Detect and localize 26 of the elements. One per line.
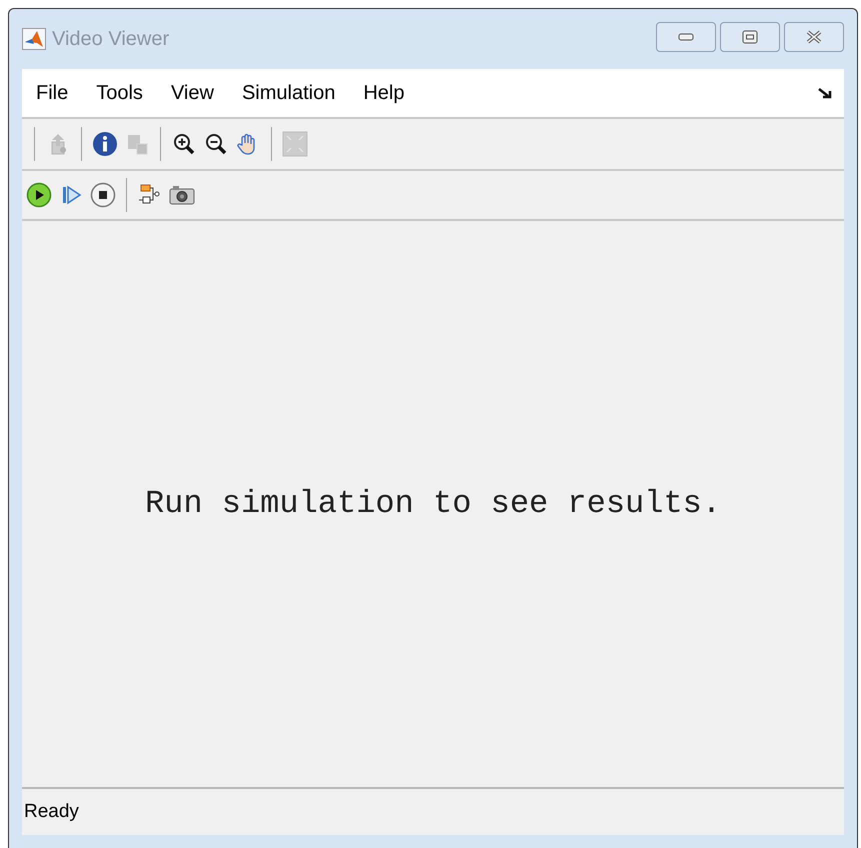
menu-item[interactable]: Simulation	[242, 78, 336, 108]
menu-item[interactable]: View	[170, 78, 214, 108]
maximize-icon	[742, 30, 758, 44]
stop-icon	[90, 182, 116, 208]
menu-item[interactable]: Help	[363, 78, 404, 108]
menu-item[interactable]: File	[36, 78, 68, 108]
fit-icon	[282, 131, 308, 157]
menu-item[interactable]: Tools	[96, 78, 143, 108]
dock-arrow-icon	[818, 87, 832, 99]
zoom-out-icon	[204, 132, 228, 156]
run-button[interactable]	[24, 180, 54, 210]
play-icon	[26, 182, 52, 208]
app-logo-icon	[22, 28, 46, 50]
close-button[interactable]	[784, 22, 844, 52]
status-text: Ready	[24, 800, 79, 824]
info-icon	[92, 131, 118, 157]
close-icon	[805, 30, 823, 44]
copy-icon	[125, 132, 149, 156]
minimize-icon	[678, 33, 694, 41]
maximize-button[interactable]	[720, 22, 780, 52]
status-message: Run simulation to see results.	[144, 484, 722, 524]
zoom-in-icon	[172, 132, 196, 156]
window-title: Video Viewer	[52, 27, 170, 52]
stop-button[interactable]	[88, 180, 118, 210]
info-button[interactable]	[90, 129, 120, 159]
camera-icon	[169, 184, 195, 206]
